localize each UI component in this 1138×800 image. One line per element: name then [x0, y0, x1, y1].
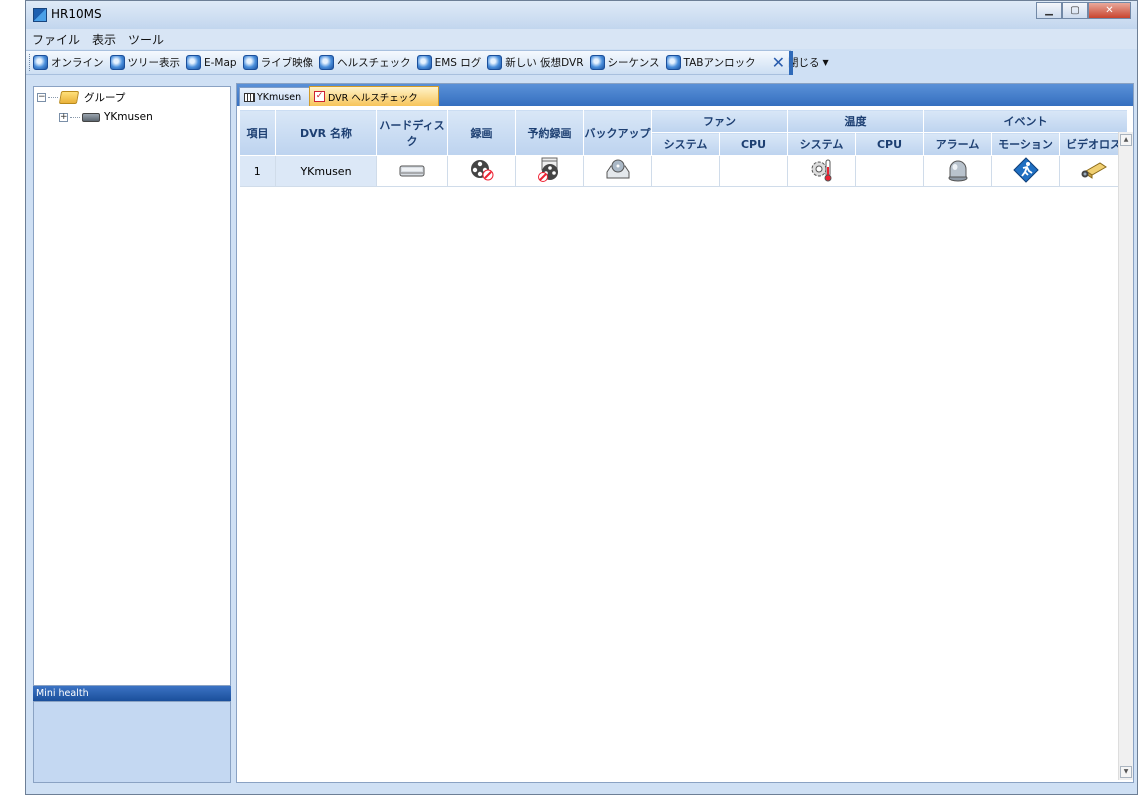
cell-backup [583, 155, 652, 187]
collapse-icon[interactable]: − [37, 93, 46, 102]
ems-log-icon [416, 55, 432, 70]
cell-item: 1 [239, 155, 276, 187]
health-table: 項目 DVR 名称 ハードディスク 録画 予約録画 バックアップ ファン 温度 … [239, 109, 1128, 187]
grid-icon [244, 92, 255, 102]
cell-temp-system [787, 155, 856, 187]
cell-motion [991, 155, 1060, 187]
sequence-button[interactable]: シーケンス [589, 55, 660, 70]
minimize-button[interactable]: ▁ [1036, 2, 1062, 19]
header-fan[interactable]: ファン [651, 109, 788, 133]
live-video-button[interactable]: ライブ映像 [242, 55, 313, 70]
emap-icon [186, 55, 201, 70]
app-window: HR10MS ▁ ▢ ✕ ファイル 表示 ツール オンライン ツリー表示 E-M… [25, 0, 1138, 795]
tab-unlock-button[interactable]: TABアンロック [665, 55, 756, 70]
menu-view[interactable]: 表示 [86, 31, 122, 48]
tree-connector [70, 116, 80, 118]
close-button[interactable]: ✕ 閉じる ▼ [772, 53, 829, 72]
title-bar: HR10MS ▁ ▢ ✕ [26, 1, 1137, 29]
vertical-scrollbar[interactable]: ▲ ▼ [1118, 132, 1133, 780]
header-dvr-name[interactable]: DVR 名称 [275, 109, 377, 156]
emap-button[interactable]: E-Map [186, 55, 237, 70]
header-fan-cpu[interactable]: CPU [719, 132, 788, 156]
menu-file[interactable]: ファイル [26, 31, 86, 48]
tab-strip: YKmusen ✓ DVR ヘルスチェック [237, 84, 1133, 106]
dropdown-arrow-icon: ▼ [822, 58, 829, 67]
mini-health-header: Mini health [33, 686, 231, 701]
header-item[interactable]: 項目 [239, 109, 276, 156]
tree-view-icon [109, 55, 125, 70]
ems-log-button[interactable]: EMS ログ [416, 55, 481, 70]
close-icon: ✕ [771, 53, 785, 72]
health-check-icon [319, 55, 335, 70]
header-backup[interactable]: バックアップ [583, 109, 652, 156]
tree-panel: − グループ + YKmusen [33, 86, 231, 686]
tree-node-dvr[interactable]: + YKmusen [59, 111, 153, 123]
video-loss-camera-icon [1080, 159, 1108, 184]
hard-disk-icon [399, 162, 425, 181]
live-video-icon [242, 55, 258, 70]
tab-ykmusen[interactable]: YKmusen [239, 87, 311, 106]
alarm-icon [946, 158, 970, 185]
tree-connector [48, 97, 58, 98]
header-hdd[interactable]: ハードディスク [376, 109, 448, 156]
tab-dvr-health-check[interactable]: ✓ DVR ヘルスチェック [309, 86, 439, 106]
check-icon: ✓ [314, 91, 325, 102]
new-virtual-dvr-icon [487, 55, 503, 70]
tree-node-label: YKmusen [104, 111, 153, 123]
dvr-device-icon [82, 112, 100, 122]
motion-icon [1012, 156, 1039, 186]
sequence-icon [589, 55, 605, 70]
header-alarm[interactable]: アラーム [923, 132, 992, 156]
toolbar-end-handle [789, 51, 793, 75]
temperature-icon [809, 157, 835, 186]
backup-icon [604, 158, 632, 185]
header-event[interactable]: イベント [923, 109, 1128, 133]
scroll-down-icon[interactable]: ▼ [1120, 766, 1132, 778]
table-row[interactable]: 1 YKmusen [239, 155, 1128, 187]
online-button[interactable]: オンライン [33, 55, 104, 70]
header-motion[interactable]: モーション [991, 132, 1060, 156]
mini-health-panel [33, 701, 231, 783]
header-record[interactable]: 録画 [447, 109, 516, 156]
scroll-up-icon[interactable]: ▲ [1120, 134, 1132, 146]
cell-fan-cpu [719, 155, 788, 187]
health-check-button[interactable]: ヘルスチェック [319, 55, 411, 70]
new-virtual-dvr-button[interactable]: 新しい 仮想DVR [487, 55, 584, 70]
header-scheduled-record[interactable]: 予約録画 [515, 109, 584, 156]
close-window-button[interactable]: ✕ [1088, 2, 1131, 19]
header-temp-system[interactable]: システム [787, 132, 856, 156]
cell-fan-system [651, 155, 720, 187]
maximize-button[interactable]: ▢ [1062, 2, 1088, 19]
toolbar: オンライン ツリー表示 E-Map ライブ映像 ヘルスチェック EMS ログ 新… [26, 50, 829, 75]
cell-hdd [376, 155, 448, 187]
toolbar-grip[interactable] [29, 54, 30, 71]
header-temp-cpu[interactable]: CPU [855, 132, 924, 156]
record-disabled-icon [469, 158, 495, 185]
cell-dvr-name: YKmusen [275, 155, 377, 187]
app-logo-icon [33, 8, 47, 22]
online-icon [33, 55, 48, 70]
window-title: HR10MS [51, 7, 102, 21]
cell-scheduled-record [515, 155, 584, 187]
menu-bar: ファイル 表示 ツール [26, 29, 1137, 49]
expand-icon[interactable]: + [59, 112, 68, 122]
cell-temp-cpu [855, 155, 924, 187]
folder-icon [58, 91, 80, 104]
main-pane: YKmusen ✓ DVR ヘルスチェック 項目 DVR 名称 ハードディスク … [236, 83, 1134, 783]
tree-node-label: グループ [84, 92, 126, 104]
menu-tools[interactable]: ツール [122, 31, 170, 48]
tree-node-group[interactable]: − グループ [37, 90, 125, 105]
tab-unlock-icon [665, 55, 681, 70]
tree-view-button[interactable]: ツリー表示 [109, 55, 180, 70]
cell-record [447, 155, 516, 187]
schedule-record-disabled-icon [536, 157, 564, 186]
cell-alarm [923, 155, 992, 187]
header-temperature[interactable]: 温度 [787, 109, 924, 133]
header-fan-system[interactable]: システム [651, 132, 720, 156]
